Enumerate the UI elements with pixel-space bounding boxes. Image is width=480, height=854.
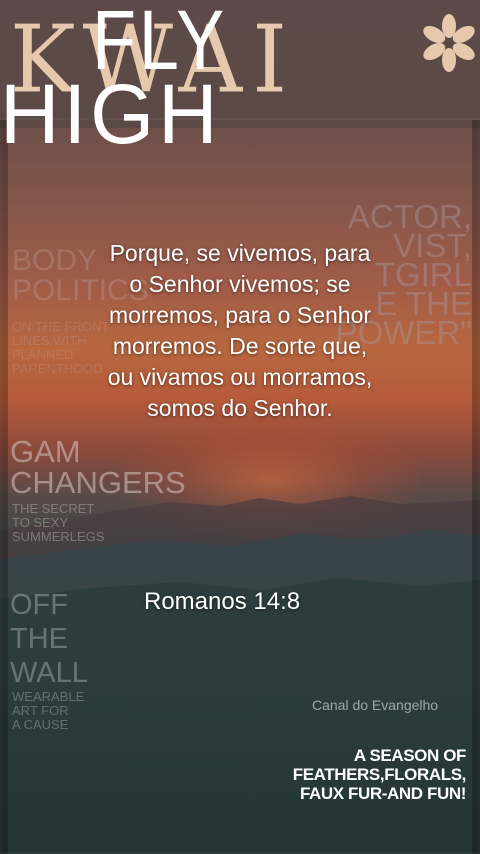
cover-text: THE <box>10 623 68 655</box>
verse-line: ou vivamos ou morramos, <box>107 364 373 390</box>
cover-text: A SEASON OF <box>353 746 466 765</box>
cover-line-gam-changers: GAM CHANGERS <box>10 436 186 498</box>
wallpaper-canvas: KWAI ACTOR, VIST, TGIRL E THE POWER" BOD… <box>0 0 480 854</box>
cover-text: ART FOR <box>12 703 69 718</box>
cover-subline-fly: A SEASON OF FEATHERS,FLORALS, FAUX FUR-A… <box>292 746 467 803</box>
cover-text: TO SEXY <box>12 515 69 530</box>
cover-line-off-the-wall: OFF THE WALL <box>10 588 88 690</box>
verse-line: o Senhor vivemos; se <box>129 271 351 297</box>
cover-text: OFF <box>10 589 68 621</box>
verse-reference: Romanos 14:8 <box>144 588 301 615</box>
high-headline: HIGH <box>0 67 222 161</box>
cover-text: FEATHERS,FLORALS, <box>292 765 467 784</box>
verse-line: morremos. De sorte que, <box>112 333 368 359</box>
page-edge-right <box>472 120 480 854</box>
verse-line: morremos, para o Senhor <box>108 302 372 328</box>
cover-text: GAM <box>10 434 81 469</box>
cover-subline-off: WEARABLE ART FOR A CAUSE <box>12 690 84 732</box>
verse-line: somos do Senhor. <box>147 395 333 421</box>
cover-text: WALL <box>10 657 88 689</box>
cover-text: A CAUSE <box>12 717 69 732</box>
bible-verse-text: Porque, se vivemos, para o Senhor vivemo… <box>40 238 440 424</box>
verse-line: Porque, se vivemos, para <box>109 240 371 266</box>
cover-text: SUMMERLEGS <box>12 529 105 544</box>
channel-watermark: Canal do Evangelho <box>312 697 439 713</box>
cover-text: CHANGERS <box>10 465 186 500</box>
cover-text: WEARABLE <box>12 689 85 704</box>
cover-text: FAUX FUR-AND FUN! <box>299 784 466 803</box>
flower-icon <box>423 14 475 72</box>
page-edge-left <box>0 120 8 854</box>
cover-subline-gam: THE SECRET TO SEXY SUMMERLEGS <box>12 502 104 544</box>
cover-text: THE SECRET <box>12 501 95 516</box>
